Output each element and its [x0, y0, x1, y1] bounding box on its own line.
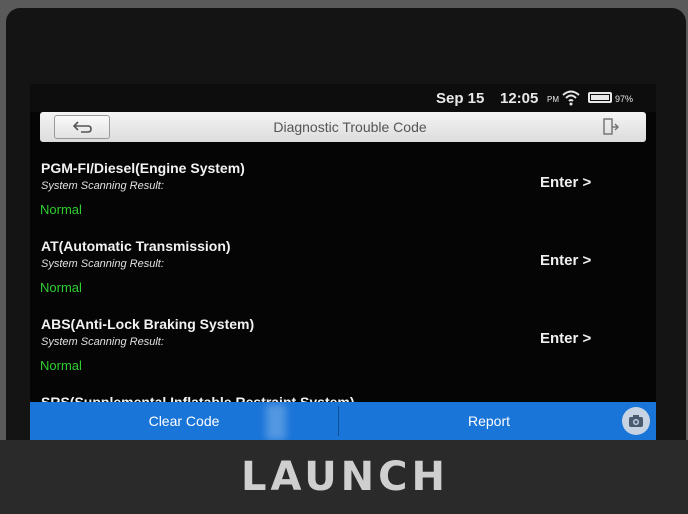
scan-status: Normal — [40, 280, 82, 295]
camera-icon — [629, 415, 643, 427]
system-name: ABS(Anti-Lock Braking System) — [41, 316, 255, 332]
scan-result-label: System Scanning Result: — [41, 258, 164, 270]
screen: Sep 15 12:05 PM 97% Diagnostic Trouble C… — [30, 84, 656, 440]
status-ampm: PM — [547, 95, 559, 104]
enter-button[interactable]: Enter > — [540, 330, 620, 354]
enter-button[interactable]: Enter > — [540, 252, 620, 276]
system-name: PGM-FI/Diesel(Engine System) — [41, 160, 245, 176]
enter-button[interactable]: Enter > — [540, 174, 620, 198]
system-item: ABS(Anti-Lock Braking System) System Sca… — [30, 316, 656, 396]
battery-percent: 97% — [615, 94, 634, 104]
brand-logo: LAUNCH — [240, 454, 449, 500]
exit-button[interactable] — [588, 115, 634, 139]
scan-result-label: System Scanning Result: — [41, 180, 164, 192]
battery-icon — [588, 92, 612, 103]
scan-result-label: System Scanning Result: — [41, 336, 164, 348]
system-item: AT(Automatic Transmission) System Scanni… — [30, 238, 656, 318]
exit-icon — [603, 118, 620, 135]
system-item: SRS(Supplemental Inflatable Restraint Sy… — [30, 394, 656, 402]
system-list: PGM-FI/Diesel(Engine System) System Scan… — [30, 144, 656, 402]
system-name: SRS(Supplemental Inflatable Restraint Sy… — [41, 394, 355, 402]
system-item: PGM-FI/Diesel(Engine System) System Scan… — [30, 160, 656, 240]
screen-glare — [266, 404, 286, 440]
status-date: Sep 15 — [436, 90, 485, 107]
clear-code-button[interactable]: Clear Code — [30, 402, 338, 440]
status-time: 12:05 — [500, 90, 539, 107]
title-bar: Diagnostic Trouble Code — [40, 112, 646, 142]
back-button[interactable] — [54, 115, 110, 139]
system-name: AT(Automatic Transmission) — [41, 238, 231, 254]
page-title: Diagnostic Trouble Code — [273, 119, 427, 135]
action-bar: Clear Code Report — [30, 402, 656, 440]
camera-button[interactable] — [622, 407, 650, 435]
back-arrow-icon — [73, 121, 92, 133]
report-button[interactable]: Report — [339, 402, 639, 440]
scan-status: Normal — [40, 202, 82, 217]
wifi-icon — [562, 90, 580, 106]
scan-status: Normal — [40, 358, 82, 373]
status-bar: Sep 15 12:05 PM 97% — [30, 84, 656, 112]
